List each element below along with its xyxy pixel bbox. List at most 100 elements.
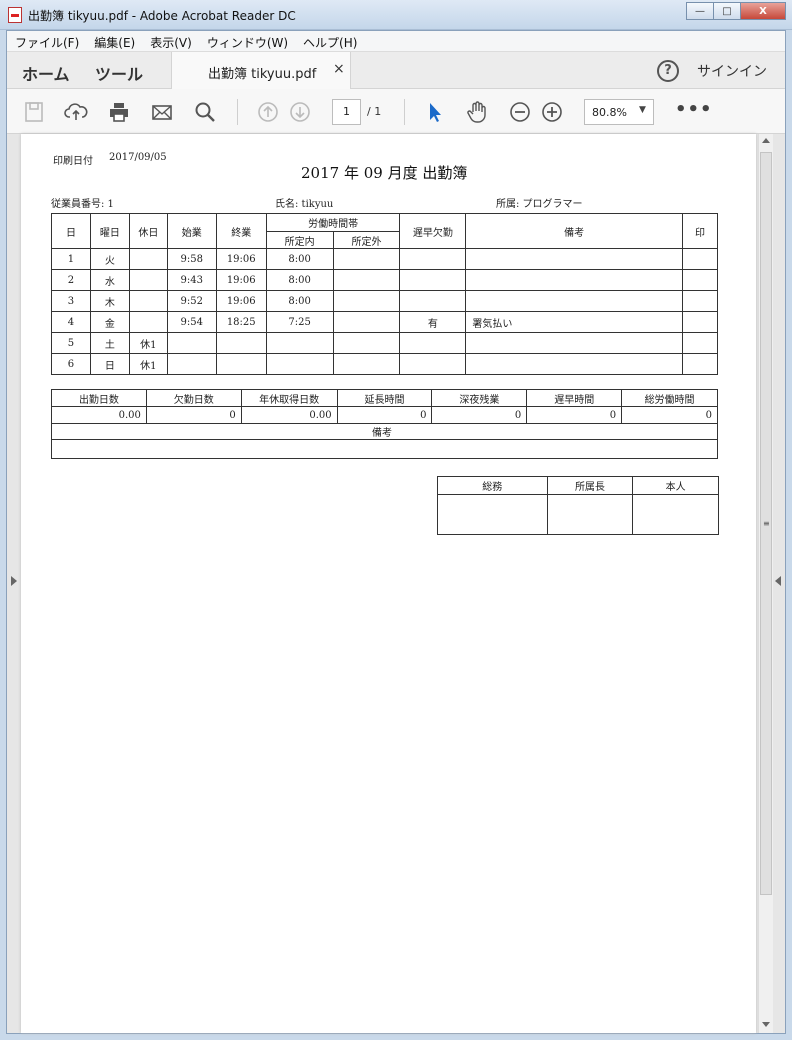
zoom-dropdown[interactable]: 80.8% ▼: [584, 99, 654, 125]
cell-remarks: 署気払い: [465, 311, 683, 333]
cell-seal: [681, 290, 719, 312]
cell-within: 7:25: [265, 311, 334, 333]
header-weekday: 曜日: [89, 213, 130, 249]
attendance-table: 日 曜日 休日 始業 終業 労働時間帯 遅早欠勤 備考 印 所定内 所定外 1 …: [51, 213, 719, 375]
table-row: 3 木 9:52 19:06 8:00: [51, 290, 719, 312]
cell-end: [215, 332, 267, 354]
email-icon[interactable]: [150, 100, 174, 124]
menu-file[interactable]: ファイル(F): [7, 31, 86, 51]
cell-outside: [332, 353, 401, 375]
cell-day: 5: [51, 332, 91, 354]
upload-cloud-icon[interactable]: [64, 100, 88, 124]
cell-within: [265, 332, 334, 354]
hand-tool-icon[interactable]: [465, 100, 489, 124]
menu-help[interactable]: ヘルプ(H): [295, 31, 364, 51]
cell-outside: [332, 332, 401, 354]
header-start: 始業: [166, 213, 217, 249]
vertical-scrollbar[interactable]: ≡: [758, 134, 773, 1033]
summary-header: 総労働時間: [621, 389, 718, 407]
close-tab-icon[interactable]: ×: [333, 61, 345, 77]
header-late-absent: 遅早欠勤: [399, 213, 467, 249]
cell-weekday: 木: [89, 290, 130, 312]
maximize-button[interactable]: □: [713, 2, 741, 20]
cell-start: [166, 353, 217, 375]
pdf-page: 印刷日付 2017/09/05 2017 年 09 月度 出勤簿 従業員番号: …: [21, 134, 756, 1033]
print-icon[interactable]: [107, 100, 131, 124]
menu-view[interactable]: 表示(V): [142, 31, 199, 51]
cell-within: [265, 353, 334, 375]
summary-remarks-cell: [51, 439, 718, 459]
cell-holiday: 休1: [128, 353, 168, 375]
header-remarks: 備考: [465, 213, 683, 249]
cell-within: 8:00: [265, 290, 334, 312]
cell-outside: [332, 290, 401, 312]
summary-header: 延長時間: [336, 389, 433, 407]
header-outside: 所定外: [332, 231, 401, 249]
approval-header: 総務: [437, 476, 548, 495]
cell-remarks: [465, 290, 683, 312]
cell-day: 4: [51, 311, 91, 333]
page-total: / 1: [367, 105, 382, 118]
summary-remarks-label: 備考: [51, 423, 718, 440]
table-row: 2 水 9:43 19:06 8:00: [51, 269, 719, 291]
cell-end: 19:06: [215, 269, 267, 291]
next-page-icon[interactable]: [288, 100, 312, 124]
save-icon[interactable]: [22, 100, 46, 124]
summary-values-row: 0.00 0 0.00 0 0 0 0: [51, 406, 718, 424]
cell-within: 8:00: [265, 269, 334, 291]
header-work-hours: 労働時間帯: [265, 213, 401, 232]
cell-late: [399, 353, 467, 375]
right-panel-toggle-icon[interactable]: [775, 576, 781, 586]
cell-start: 9:52: [166, 290, 217, 312]
cell-holiday: [128, 311, 168, 333]
page-number-input[interactable]: 1: [332, 99, 361, 125]
tab-home[interactable]: ホーム: [22, 61, 70, 85]
search-icon[interactable]: [193, 100, 217, 124]
close-button[interactable]: X: [740, 2, 786, 20]
cell-day: 3: [51, 290, 91, 312]
cell-weekday: 土: [89, 332, 130, 354]
summary-header: 遅早時間: [526, 389, 623, 407]
cell-start: 9:43: [166, 269, 217, 291]
cell-holiday: [128, 290, 168, 312]
approval-stamp-table: 総務 所属長 本人: [437, 476, 719, 535]
summary-header: 欠勤日数: [145, 389, 242, 407]
menu-edit[interactable]: 編集(E): [86, 31, 142, 51]
left-panel-toggle-icon[interactable]: [11, 576, 17, 586]
cell-weekday: 火: [89, 248, 130, 270]
employee-number: 従業員番号: 1: [51, 199, 114, 210]
scroll-down-icon[interactable]: [762, 1022, 770, 1027]
chevron-down-icon: ▼: [639, 105, 646, 115]
cell-late: 有: [399, 311, 467, 333]
zoom-out-icon[interactable]: [508, 100, 532, 124]
select-cursor-icon[interactable]: [423, 100, 447, 124]
summary-header: 深夜残業: [431, 389, 528, 407]
window-controls: — □ X: [686, 2, 786, 20]
cell-late: [399, 332, 467, 354]
cell-holiday: [128, 248, 168, 270]
summary-value: 0: [621, 406, 718, 424]
zoom-in-icon[interactable]: [540, 100, 564, 124]
tab-document[interactable]: 出勤簿 tikyuu.pdf ×: [171, 52, 351, 89]
previous-page-icon[interactable]: [256, 100, 280, 124]
cell-seal: [681, 311, 719, 333]
menu-window[interactable]: ウィンドウ(W): [199, 31, 295, 51]
cell-end: 19:06: [215, 290, 267, 312]
cell-seal: [681, 269, 719, 291]
help-icon[interactable]: ?: [657, 60, 679, 82]
cell-day: 6: [51, 353, 91, 375]
summary-header: 出勤日数: [51, 389, 147, 407]
scroll-up-icon[interactable]: [762, 138, 770, 143]
more-tools-icon[interactable]: •••: [675, 99, 713, 120]
approval-stamp-cell: [546, 494, 634, 535]
tab-tools[interactable]: ツール: [95, 61, 143, 85]
minimize-button[interactable]: —: [686, 2, 714, 20]
header-holiday: 休日: [128, 213, 168, 249]
signin-link[interactable]: サインイン: [697, 61, 767, 81]
table-row: 1 火 9:58 19:06 8:00: [51, 248, 719, 270]
summary-value: 0: [336, 406, 433, 424]
cell-outside: [332, 269, 401, 291]
toolbar-separator: [237, 99, 238, 125]
cell-within: 8:00: [265, 248, 334, 270]
summary-header: 年休取得日数: [240, 389, 338, 407]
